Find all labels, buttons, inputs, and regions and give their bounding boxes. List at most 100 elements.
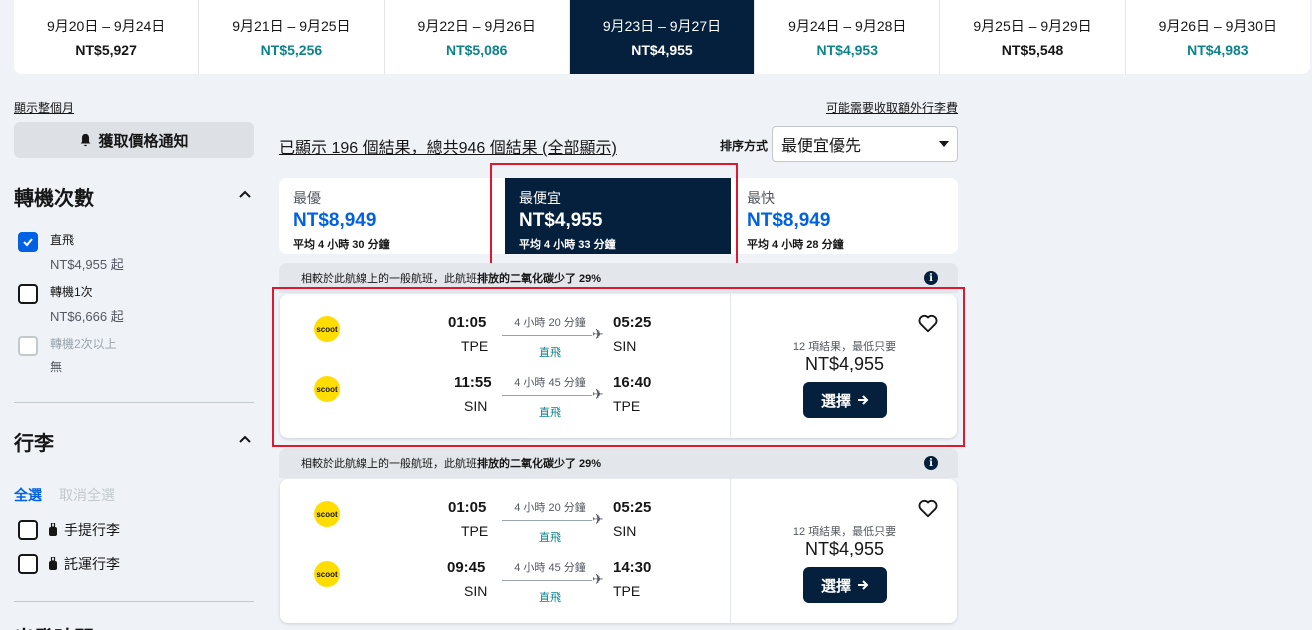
- plane-icon: ✈: [592, 511, 604, 527]
- tab-fastest[interactable]: 最快 NT$8,949 平均 4 小時 28 分鐘: [733, 178, 958, 254]
- divider: [14, 402, 254, 403]
- tab-price: NT$8,949: [293, 210, 377, 231]
- date-range: 9月22日 – 9月26日: [417, 18, 536, 34]
- stop-option-label: 轉機1次: [50, 285, 93, 299]
- checkbox[interactable]: [18, 232, 38, 252]
- date-price: NT$5,256: [260, 42, 323, 58]
- bag-option-label: 手提行李: [64, 522, 120, 538]
- departure-time: 09:45: [447, 559, 486, 576]
- checkbox[interactable]: [18, 554, 38, 574]
- heart-icon[interactable]: [917, 497, 939, 519]
- price-panel: 12 項結果，最低只要 NT$4,955 選擇: [730, 479, 957, 623]
- arrival-airport: TPE: [613, 583, 641, 599]
- stops-label: 直飛: [539, 532, 561, 544]
- tab-best[interactable]: 最優 NT$8,949 平均 4 小時 30 分鐘: [279, 178, 505, 254]
- flight-leg-return: scoot 09:45 SIN 4 小時 45 分鐘 ✈ 直飛 14:30 TP…: [280, 559, 730, 609]
- tab-name: 最優: [293, 190, 321, 206]
- eco-text: 相較於此航線上的一般航班，此航班: [301, 273, 477, 285]
- date-range: 9月23日 – 9月27日: [602, 18, 722, 34]
- bag-option-checked[interactable]: 託運行李: [18, 554, 120, 574]
- date-option[interactable]: 9月20日 – 9月24日 NT$5,927: [14, 0, 200, 74]
- checkbox[interactable]: [18, 284, 38, 304]
- eco-text: 相較於此航線上的一般航班，此航班: [301, 458, 477, 470]
- plane-icon: ✈: [592, 571, 604, 587]
- flight-card[interactable]: scoot 01:05 TPE 4 小時 20 分鐘 ✈ 直飛 05:25 SI…: [280, 479, 957, 623]
- chevron-up-icon[interactable]: [238, 432, 252, 446]
- stops-label: 直飛: [539, 592, 561, 604]
- date-price: NT$5,548: [1001, 42, 1064, 58]
- date-option[interactable]: 9月25日 – 9月29日 NT$5,548: [940, 0, 1126, 74]
- stop-option-one-stop[interactable]: 轉機1次 NT$6,666 起: [18, 284, 124, 325]
- airline-logo: scoot: [314, 501, 340, 527]
- baggage-filter-title: 行李: [14, 433, 54, 455]
- arrival-time: 05:25: [613, 499, 652, 516]
- highlight-box: [272, 287, 965, 447]
- tab-name: 最快: [747, 190, 775, 206]
- clear-all-link: 取消全選: [59, 487, 115, 503]
- eco-text-bold: 排放的二氧化碳少了 29%: [477, 458, 602, 470]
- check-icon: [23, 238, 33, 247]
- results-count-link[interactable]: 已顯示 196 個結果，總共946 個結果 (全部顯示): [279, 134, 617, 158]
- date-option[interactable]: 9月24日 – 9月28日 NT$4,953: [755, 0, 941, 74]
- deals-count: 12 項結果，最低只要: [792, 526, 897, 538]
- stop-option-direct[interactable]: 直飛 NT$4,955 起: [18, 232, 124, 273]
- flight-duration: 4 小時 20 分鐘: [514, 502, 586, 514]
- arrow-right-icon: [858, 580, 869, 590]
- select-button-label: 選擇: [820, 577, 851, 595]
- date-range: 9月26日 – 9月30日: [1158, 18, 1277, 34]
- eco-text-bold: 排放的二氧化碳少了 29%: [477, 273, 602, 285]
- date-range: 9月20日 – 9月24日: [46, 18, 166, 34]
- price-alert-label: 獲取價格通知: [98, 132, 189, 150]
- bell-icon: [81, 133, 91, 147]
- date-price: NT$5,927: [75, 42, 137, 58]
- date-option[interactable]: 9月26日 – 9月30日 NT$4,983: [1126, 0, 1310, 74]
- luggage-icon: [49, 523, 57, 536]
- date-price: NT$4,955: [631, 42, 693, 58]
- stop-option-price: 無: [50, 360, 63, 374]
- luggage-icon: [49, 557, 57, 570]
- stop-option-price: NT$6,666 起: [50, 309, 124, 324]
- date-option[interactable]: 9月22日 – 9月26日 NT$5,086: [385, 0, 570, 74]
- info-icon[interactable]: i: [924, 456, 938, 470]
- stop-option-label: 直飛: [50, 233, 75, 247]
- stops-filter-title: 轉機次數: [14, 188, 94, 210]
- flight-duration: 4 小時 45 分鐘: [514, 562, 586, 574]
- stop-option-price: NT$4,955 起: [50, 257, 124, 272]
- checkbox[interactable]: [18, 520, 38, 540]
- card-price: NT$4,955: [804, 539, 885, 559]
- tab-avg-duration: 平均 4 小時 28 分鐘: [747, 239, 844, 251]
- tab-avg-duration: 平均 4 小時 30 分鐘: [293, 239, 390, 251]
- select-button[interactable]: 選擇: [803, 567, 887, 603]
- date-range: 9月25日 – 9月29日: [973, 18, 1092, 34]
- info-icon[interactable]: i: [924, 271, 938, 285]
- stop-option-label: 轉機2次以上: [50, 337, 117, 351]
- departure-airport: TPE: [461, 523, 489, 539]
- departure-airport: SIN: [464, 583, 488, 599]
- chevron-up-icon[interactable]: [238, 187, 252, 201]
- bag-option-carry-on[interactable]: 手提行李: [18, 520, 120, 540]
- arrival-time: 14:30: [613, 559, 652, 576]
- sort-select[interactable]: 最便宜優先: [772, 126, 958, 162]
- departure-time-filter-title: 出發時間: [14, 622, 94, 630]
- date-option-selected[interactable]: 9月23日 – 9月27日 NT$4,955: [569, 0, 756, 74]
- date-strip: 9月20日 – 9月24日 NT$5,927 9月21日 – 9月25日 NT$5,…: [14, 0, 1310, 74]
- select-all-link[interactable]: 全選: [14, 485, 42, 505]
- date-range: 9月21日 – 9月25日: [232, 18, 351, 34]
- show-whole-month-link[interactable]: 顯示整個月: [14, 99, 74, 116]
- airline-logo: scoot: [314, 561, 340, 587]
- departure-time: 01:05: [448, 499, 487, 516]
- sort-value: 最便宜優先: [781, 138, 862, 155]
- eco-banner: 相較於此航線上的一般航班，此航班 排放的二氧化碳少了 29% i: [279, 448, 958, 478]
- date-range: 9月24日 – 9月28日: [788, 18, 907, 34]
- date-price: NT$5,086: [445, 42, 508, 58]
- tab-price: NT$8,949: [747, 210, 831, 231]
- arrival-airport: SIN: [613, 523, 637, 539]
- checkbox-disabled: [18, 336, 38, 356]
- sort-label: 排序方式: [720, 139, 769, 153]
- divider: [14, 601, 254, 602]
- stop-option-two-plus: 轉機2次以上無: [18, 336, 117, 375]
- baggage-fee-link[interactable]: 可能需要收取額外行李費: [826, 99, 958, 116]
- date-price: NT$4,953: [816, 42, 878, 58]
- date-option[interactable]: 9月21日 – 9月25日 NT$5,256: [199, 0, 385, 74]
- price-alert-button[interactable]: 獲取價格通知: [14, 122, 254, 158]
